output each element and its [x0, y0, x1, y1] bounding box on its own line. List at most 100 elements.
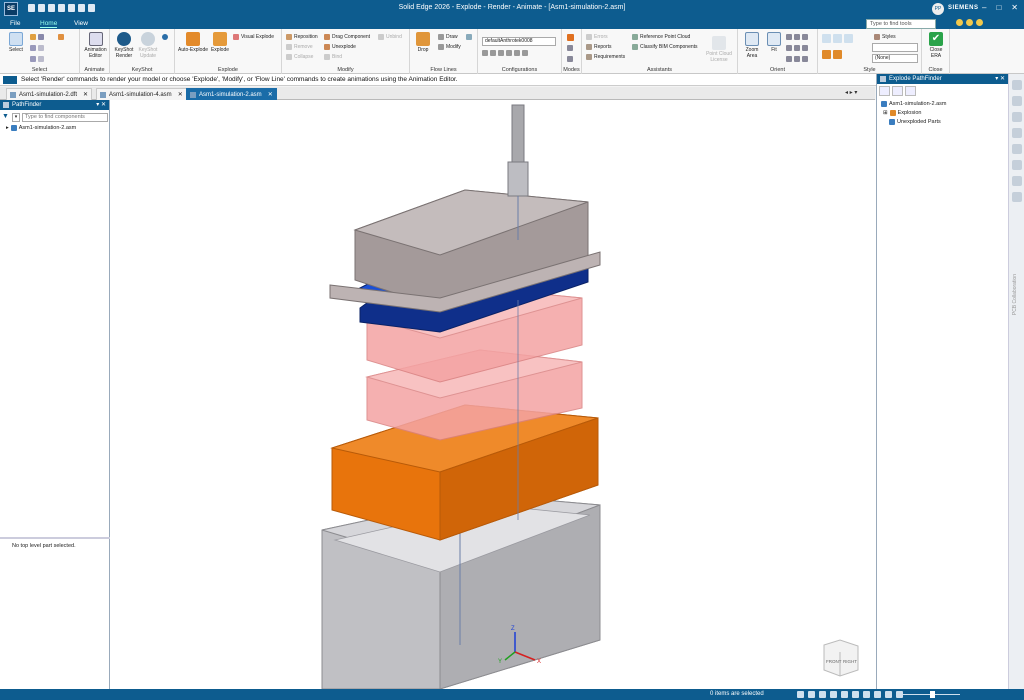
auto-explode-button[interactable]: Auto-Explode [177, 32, 209, 53]
visual-explode-button[interactable]: Visual Explode [233, 34, 274, 40]
tab-home[interactable]: Home [40, 20, 58, 28]
keyshot-options-button[interactable] [162, 34, 168, 40]
cover-part[interactable] [329, 189, 601, 313]
prompt-toggle-icon[interactable] [3, 76, 17, 84]
config-tool-icon[interactable] [482, 50, 488, 56]
fit-icon[interactable] [797, 691, 804, 698]
collapse-button[interactable]: Collapse [286, 54, 313, 60]
sidebar-tool-icon[interactable] [1012, 80, 1022, 90]
smiley-icon[interactable] [966, 19, 973, 26]
view-icon[interactable] [794, 56, 800, 62]
drop-button[interactable]: Drop [413, 32, 433, 53]
pane-controls[interactable]: ▾ ✕ [96, 101, 106, 108]
expand-icon[interactable]: ▸ [6, 125, 9, 131]
zoom-slider-knob[interactable] [930, 691, 935, 698]
mode-button[interactable] [567, 45, 573, 51]
shaded-icon[interactable] [822, 50, 831, 59]
tree-item-explosion[interactable]: ⊞ Explosion [883, 110, 921, 116]
smiley-icon[interactable] [976, 19, 983, 26]
fit-button[interactable]: Fit [764, 32, 784, 53]
sidebar-tool-icon[interactable] [1012, 96, 1022, 106]
view-icon[interactable] [852, 691, 859, 698]
zoom-area-button[interactable]: Zoom Area [741, 32, 763, 59]
select-extra-button[interactable] [58, 34, 64, 40]
config-tool-icon[interactable] [522, 50, 528, 56]
close-icon[interactable]: ✕ [178, 92, 183, 98]
tree-item-root[interactable]: Asm1-simulation-2.asm [881, 101, 946, 107]
shaded-edges-icon[interactable] [833, 50, 842, 59]
animation-editor-button[interactable]: Animation Editor [83, 32, 108, 59]
tab-view[interactable]: View [74, 20, 88, 27]
close-icon[interactable]: ✕ [268, 92, 273, 98]
mode-button[interactable] [567, 34, 574, 41]
component-icon[interactable] [892, 86, 903, 96]
view-cube[interactable]: FRONT RIGHT [823, 639, 859, 677]
tool-search-input[interactable]: Type to find tools [866, 19, 936, 29]
select-option-button[interactable] [30, 34, 44, 40]
cube-icon[interactable] [822, 34, 831, 43]
view-icon[interactable] [885, 691, 892, 698]
flowline-options-button[interactable] [466, 34, 472, 40]
modify-flowline-button[interactable]: Modify [438, 44, 461, 50]
style-none-select[interactable]: (None) [872, 54, 918, 63]
tab-navigation[interactable]: ◂ ▸ ▾ [845, 89, 857, 96]
pane-divider[interactable] [0, 537, 110, 539]
sidebar-tool-icon[interactable] [1012, 160, 1022, 170]
config-tool-icon[interactable] [498, 50, 504, 56]
remove-button[interactable]: Remove [286, 44, 313, 50]
minimize-button[interactable]: – [982, 3, 986, 12]
pane-controls[interactable]: ▾ ✕ [995, 75, 1005, 82]
view-icon[interactable] [863, 691, 870, 698]
errors-button[interactable]: Errors [586, 34, 608, 40]
reposition-button[interactable]: Reposition [286, 34, 318, 40]
sidebar-tool-icon[interactable] [1012, 176, 1022, 186]
view-icon[interactable] [802, 56, 808, 62]
doc-tab[interactable]: Asm1-simulation-2.dft ✕ [6, 88, 93, 100]
zoom-icon[interactable] [786, 34, 792, 40]
graphics-viewport[interactable]: Z X Y FRONT RIGHT [110, 100, 876, 689]
filter-icon[interactable]: ▼ [2, 113, 10, 122]
styles-button[interactable]: Styles [874, 34, 896, 40]
config-tool-icon[interactable] [514, 50, 520, 56]
select-mode-button[interactable] [30, 56, 44, 62]
sidebar-tool-icon[interactable] [1012, 192, 1022, 202]
view-icon[interactable] [786, 56, 792, 62]
unexplode-button[interactable]: Unexplode [324, 44, 356, 50]
sidebar-tool-icon[interactable] [1012, 128, 1022, 138]
explode-button[interactable]: Explode [209, 32, 231, 53]
cube-icon[interactable] [844, 34, 853, 43]
keyshot-update-button[interactable]: KeyShot Update [136, 32, 160, 59]
view-icon[interactable] [874, 691, 881, 698]
pcb-collaboration-tab[interactable]: PCB Collaboration [1012, 274, 1018, 315]
doc-tab[interactable]: Asm1-simulation-4.asm ✕ [96, 88, 187, 100]
expand-icon[interactable]: ⊞ [883, 110, 888, 116]
user-avatar[interactable]: PP [932, 3, 944, 15]
draw-flowline-button[interactable]: Draw [438, 34, 458, 40]
mode-button[interactable] [567, 56, 573, 62]
sidebar-tool-icon[interactable] [1012, 144, 1022, 154]
close-icon[interactable]: ✕ [83, 92, 88, 98]
cube-icon[interactable] [833, 34, 842, 43]
config-tool-icon[interactable] [506, 50, 512, 56]
filter-dropdown[interactable]: ▾ [12, 113, 20, 122]
view-cube-right[interactable]: RIGHT [843, 659, 857, 664]
pan-icon[interactable] [819, 691, 826, 698]
view-icon[interactable] [802, 45, 808, 51]
bind-button[interactable]: Bind [324, 54, 342, 60]
layers-icon[interactable] [879, 86, 890, 96]
drag-component-button[interactable]: Drag Component [324, 34, 370, 40]
pin-icon[interactable] [905, 86, 916, 96]
rotate-icon[interactable] [802, 34, 808, 40]
tab-file[interactable]: File [10, 20, 20, 27]
zoom-icon[interactable] [808, 691, 815, 698]
unbind-button[interactable]: Unbind [378, 34, 402, 40]
requirements-button[interactable]: Requirements [586, 54, 625, 60]
select-filter-button[interactable] [30, 45, 44, 51]
smiley-icon[interactable] [956, 19, 963, 26]
view-icon[interactable] [794, 45, 800, 51]
maximize-button[interactable]: □ [996, 3, 1001, 12]
reports-button[interactable]: Reports [586, 44, 612, 50]
close-era-button[interactable]: ✔ Close ERA [925, 32, 947, 59]
sidebar-tool-icon[interactable] [1012, 112, 1022, 122]
tree-item-unexploded-parts[interactable]: Unexploded Parts [889, 119, 941, 125]
